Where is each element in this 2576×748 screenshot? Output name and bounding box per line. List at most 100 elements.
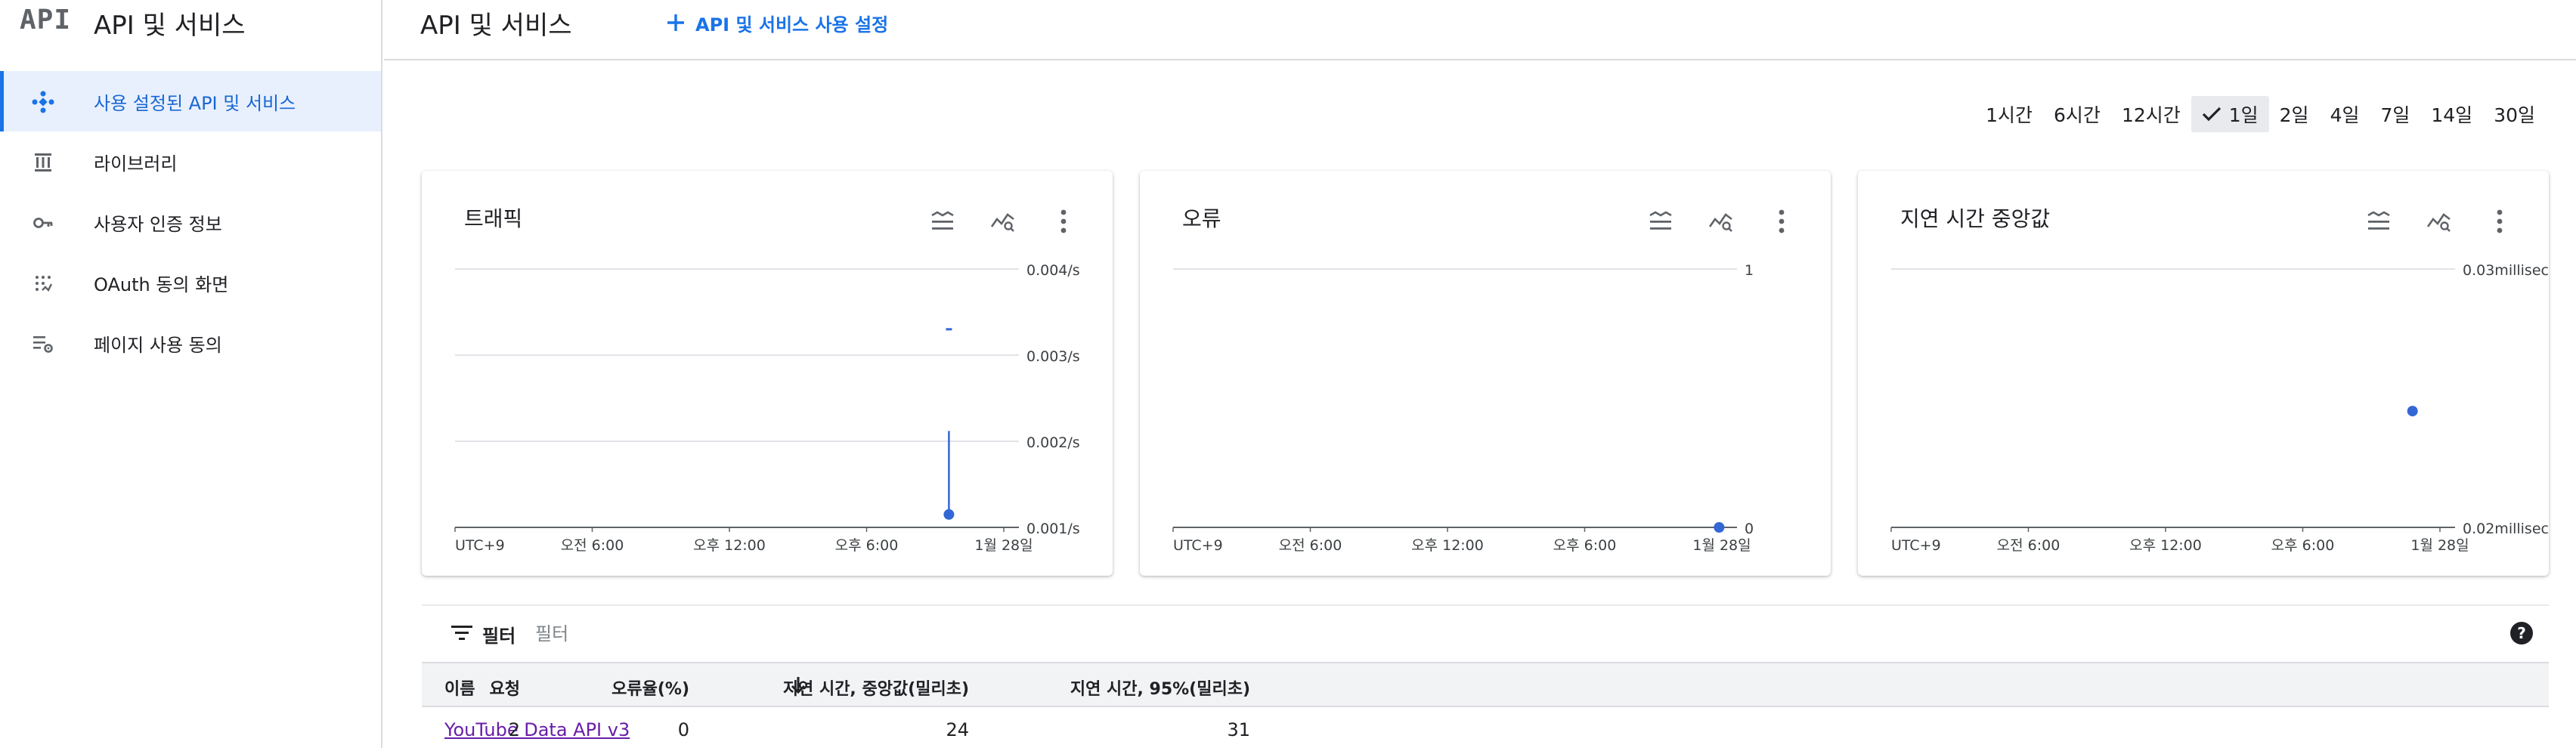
- column-header-name[interactable]: 이름: [444, 675, 475, 700]
- time-range-label: 1시간: [1986, 104, 2033, 126]
- cell-requests: 2: [508, 719, 520, 740]
- api-name-link[interactable]: YouTube Data API v3: [444, 719, 630, 740]
- column-header-error-rate[interactable]: 오류율(%): [611, 675, 689, 700]
- chart-toolbar: [2360, 202, 2519, 240]
- key-icon: [30, 210, 56, 236]
- explore-chart-button[interactable]: [2420, 202, 2458, 240]
- filter-icon[interactable]: [450, 624, 473, 645]
- enable-apis-button[interactable]: API 및 서비스 사용 설정: [665, 6, 888, 39]
- legend-toggle-button[interactable]: [1642, 202, 1680, 240]
- chart-toolbar: [1642, 202, 1800, 240]
- explore-icon: [990, 213, 1014, 232]
- sidebar-item-enabled-apis[interactable]: 사용 설정된 API 및 서비스: [0, 71, 381, 131]
- x-tick-label: 오전 6:00: [1997, 537, 2060, 554]
- check-icon: [2202, 106, 2221, 122]
- x-tick-label: 오전 6:00: [1279, 537, 1342, 554]
- time-range-label: 14일: [2431, 104, 2473, 126]
- chart-title: 오류: [1182, 206, 1221, 231]
- sidebar-item-label: 사용자 인증 정보: [94, 213, 222, 235]
- filter-input[interactable]: [535, 620, 989, 648]
- api-logo: API: [20, 5, 72, 36]
- errors-chart-card: 1 0 UTC+9 오전 6:00 오후 12:00 오후 6:00 1월 28일 오류: [1140, 171, 1831, 576]
- time-range-label: 4일: [2330, 104, 2360, 126]
- legend-icon: [931, 211, 954, 230]
- chart-title: 트래픽: [464, 206, 523, 231]
- x-tick-label: UTC+9: [455, 537, 505, 554]
- legend-toggle-button[interactable]: [2360, 202, 2398, 240]
- sidebar-item-label: OAuth 동의 화면: [94, 274, 229, 295]
- explore-chart-button[interactable]: [984, 202, 1022, 240]
- y-tick-label: 0.003/s: [1026, 348, 1080, 365]
- traffic-chart-card: 0.004/s 0.003/s 0.002/s 0.001/s UTC+9 오전 6:00…: [422, 171, 1113, 576]
- plus-icon: [665, 12, 686, 33]
- cell-error-rate: 0: [677, 719, 689, 740]
- y-tick-label: 0.02milliseconds: [2463, 521, 2549, 537]
- api-table: 이름 요청 오류율(%) 지연 시간, 중앙값(밀리초) 지연 시간, 95%(…: [422, 662, 2549, 748]
- time-range-option[interactable]: 1시간: [1975, 96, 2043, 132]
- time-range-label: 1일: [2228, 104, 2259, 126]
- data-point: [2407, 406, 2418, 417]
- time-range-option[interactable]: 7일: [2370, 96, 2420, 132]
- more-options-button[interactable]: [1763, 202, 1800, 240]
- x-tick-label: 오전 6:00: [561, 537, 624, 554]
- x-tick-label: 오후 6:00: [1553, 537, 1617, 554]
- table-header: 이름 요청 오류율(%) 지연 시간, 중앙값(밀리초) 지연 시간, 95%(…: [422, 662, 2549, 707]
- sidebar-item-label: 페이지 사용 동의: [94, 334, 222, 356]
- sidebar-item-credentials[interactable]: 사용자 인증 정보: [0, 192, 381, 252]
- y-tick-label: 0.002/s: [1026, 434, 1080, 451]
- time-range-label: 6시간: [2054, 104, 2101, 126]
- x-tick-label: 1월 28일: [1692, 537, 1751, 554]
- time-range-option[interactable]: 6시간: [2043, 96, 2111, 132]
- table-row: YouTube Data API v3 2 0 24 31: [422, 707, 2549, 748]
- more-vert-icon: [2497, 209, 2503, 233]
- more-options-button[interactable]: [1045, 202, 1082, 240]
- x-tick-label: 1월 28일: [974, 537, 1033, 554]
- page-header: API 및 서비스 API 및 서비스 사용 설정: [384, 0, 2576, 60]
- time-range-option[interactable]: 30일: [2483, 96, 2546, 132]
- time-range-option-selected[interactable]: 1일: [2191, 96, 2269, 132]
- more-vert-icon: [1060, 209, 1067, 233]
- time-range-option[interactable]: 14일: [2420, 96, 2483, 132]
- legend-toggle-button[interactable]: [924, 202, 961, 240]
- sidebar-item-label: 사용 설정된 API 및 서비스: [94, 92, 296, 114]
- sidebar: API API 및 서비스 사용 설정된 API 및 서비스 라이브러리 사용자…: [0, 0, 382, 748]
- explore-icon: [2426, 213, 2451, 232]
- latency-chart-card: 0.03milliseconds 0.02milliseconds UTC+9 오전 …: [1858, 171, 2549, 576]
- time-range-option[interactable]: 4일: [2320, 96, 2370, 132]
- more-vert-icon: [1779, 209, 1785, 233]
- legend-icon: [2367, 211, 2390, 230]
- time-range-option[interactable]: 2일: [2269, 96, 2320, 132]
- time-range-option[interactable]: 12시간: [2111, 96, 2191, 132]
- x-tick-label: 오후 12:00: [2129, 537, 2202, 554]
- more-options-button[interactable]: [2481, 202, 2519, 240]
- sidebar-item-oauth-consent[interactable]: OAuth 동의 화면: [0, 252, 381, 313]
- time-range-label: 7일: [2380, 104, 2410, 126]
- column-header-latency-95[interactable]: 지연 시간, 95%(밀리초): [1070, 675, 1250, 700]
- enable-apis-label: API 및 서비스 사용 설정: [695, 14, 889, 36]
- sidebar-item-label: 라이브러리: [94, 153, 178, 175]
- chart-toolbar: [924, 202, 1082, 240]
- sidebar-item-library[interactable]: 라이브러리: [0, 131, 381, 192]
- x-tick-label: 오후 12:00: [693, 537, 766, 554]
- library-icon: [30, 150, 56, 175]
- x-tick-label: 오후 6:00: [835, 537, 899, 554]
- filter-label: 필터: [482, 626, 516, 647]
- cell-latency-95: 31: [1227, 719, 1250, 740]
- y-tick-label: 0.004/s: [1026, 262, 1080, 279]
- column-header-requests[interactable]: 요청: [490, 675, 520, 700]
- time-range-label: 2일: [2279, 104, 2309, 126]
- x-tick-label: 오후 12:00: [1411, 537, 1484, 554]
- legend-icon: [1649, 211, 1672, 230]
- svg-text:?: ?: [2517, 624, 2526, 642]
- sidebar-item-page-consent[interactable]: 페이지 사용 동의: [0, 313, 381, 373]
- api-diamond-icon: [30, 89, 56, 115]
- help-icon[interactable]: ?: [2509, 621, 2534, 648]
- explore-chart-button[interactable]: [1702, 202, 1740, 240]
- filter-bar: 필터 ?: [422, 604, 2549, 662]
- time-range-label: 12시간: [2121, 104, 2181, 126]
- product-title: API 및 서비스: [94, 11, 246, 41]
- brand-header: API API 및 서비스: [0, 0, 382, 48]
- column-header-latency-median[interactable]: 지연 시간, 중앙값(밀리초): [783, 675, 969, 700]
- sidebar-nav: 사용 설정된 API 및 서비스 라이브러리 사용자 인증 정보 OAuth 동…: [0, 71, 381, 373]
- y-tick-label: 1: [1745, 262, 1754, 279]
